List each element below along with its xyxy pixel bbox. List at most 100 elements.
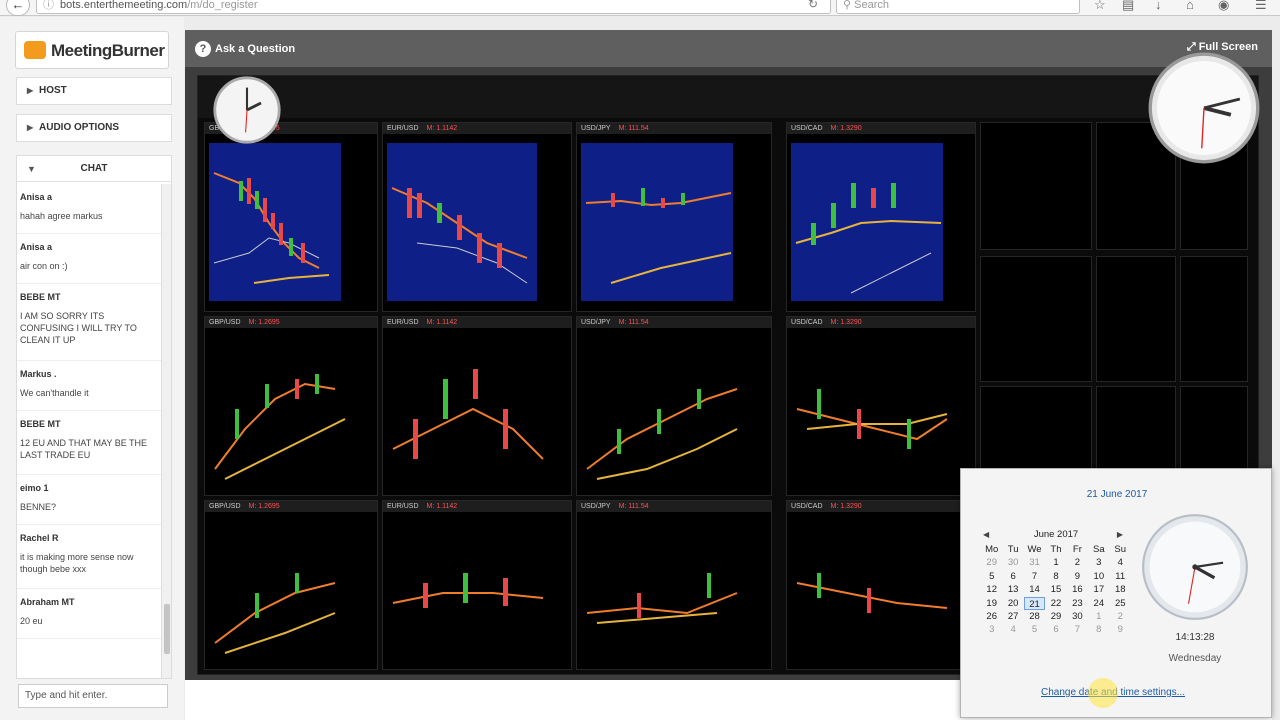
calendar-day[interactable]: 28	[1024, 610, 1045, 623]
calendar-day[interactable]: 4	[1110, 556, 1131, 569]
chart-symbol: USD/CAD	[791, 319, 823, 326]
download-icon[interactable]: ↓	[1155, 0, 1162, 12]
calendar-day[interactable]: 12	[981, 583, 1002, 596]
calendar-day[interactable]: 7	[1024, 570, 1045, 583]
calendar-day[interactable]: 3	[981, 623, 1002, 636]
candlestick-chart	[214, 573, 336, 654]
chart-header: USD/CAD M: 1.3290	[787, 123, 975, 134]
calendar-week: 3456789	[981, 623, 1131, 636]
mini-chart-panel	[980, 256, 1092, 382]
search-placeholder: Search	[854, 0, 889, 11]
logo-icon	[24, 41, 46, 59]
weekday-row: Mo Tu We Th Fr Sa Su	[981, 543, 1131, 556]
chart-panel: USD/CAD M: 1.3290	[786, 500, 976, 670]
calendar-day[interactable]: 23	[1067, 597, 1088, 610]
chart-area	[387, 143, 537, 301]
chart-mark: M: 1.2695	[248, 319, 280, 326]
calendar-day[interactable]: 8	[1088, 623, 1109, 636]
calendar-day[interactable]: 9	[1067, 570, 1088, 583]
audio-options-section[interactable]: ▶ AUDIO OPTIONS	[16, 114, 172, 142]
host-section[interactable]: ▶ HOST	[16, 77, 172, 105]
calendar-day[interactable]: 25	[1110, 597, 1131, 610]
previous-month-icon[interactable]: ◀	[983, 527, 989, 543]
calendar-day[interactable]: 11	[1110, 570, 1131, 583]
calendar-day[interactable]: 30	[1067, 610, 1088, 623]
chat-input[interactable]: Type and hit enter.	[18, 684, 168, 708]
calendar-day[interactable]: 19	[981, 597, 1002, 610]
menu-icon[interactable]: ☰	[1255, 0, 1267, 13]
home-icon[interactable]: ⌂	[1186, 0, 1194, 12]
clock-time: 14:13:28	[1175, 632, 1215, 643]
calendar-day[interactable]: 2	[1067, 556, 1088, 569]
calendar-day[interactable]: 20	[1002, 597, 1023, 610]
calendar-day[interactable]: 7	[1067, 623, 1088, 636]
chart-panel: EUR/USD M: 1.1142	[382, 500, 572, 670]
chart-header: EUR/USD M: 1.1142	[383, 501, 571, 512]
calendar-day[interactable]: 3	[1088, 556, 1109, 569]
calendar-week: 26 27 28 29 30 1 2	[981, 610, 1131, 623]
address-bar[interactable]: ⓘ bots.enterthemeeting.com/m/do_register	[36, 0, 831, 14]
calendar-day[interactable]: 4	[1002, 623, 1023, 636]
chat-scrollbar[interactable]	[161, 184, 171, 678]
back-arrow-icon[interactable]: ←	[6, 0, 30, 16]
search-input[interactable]: ⚲ Search	[836, 0, 1080, 14]
candlestick-chart	[796, 573, 948, 613]
chat-text: it is making more sense now though bebe …	[20, 552, 134, 574]
chart-header: GBP/USD M: 1.2695	[205, 501, 377, 512]
calendar-day[interactable]: 24	[1088, 597, 1109, 610]
calendar-day[interactable]: 1	[1088, 610, 1109, 623]
chart-panel: USD/JPY M: 111.54	[576, 316, 772, 496]
brand-logo: MeetingBurner	[15, 31, 169, 69]
scrollbar-thumb[interactable]	[164, 604, 170, 654]
pocket-icon[interactable]: ◉	[1218, 0, 1229, 13]
calendar-day[interactable]: 5	[1024, 623, 1045, 636]
chat-header[interactable]: ▼ CHAT	[17, 156, 171, 182]
chart-symbol: USD/JPY	[581, 319, 611, 326]
chat-messages: Anisa a hahah agree markus Anisa a air con…	[17, 184, 161, 678]
calendar-day[interactable]: 8	[1045, 570, 1066, 583]
calendar-day[interactable]: 5	[981, 570, 1002, 583]
calendar-month[interactable]: June 2017	[1034, 529, 1078, 540]
chart-panel: EUR/USD M: 1.1142	[382, 122, 572, 312]
reading-list-icon[interactable]: ▤	[1122, 0, 1134, 13]
triangle-down-icon: ▼	[27, 164, 36, 174]
calendar-day[interactable]: 29	[981, 556, 1002, 569]
calendar-day[interactable]: 30	[1002, 556, 1023, 569]
calendar-day[interactable]: 22	[1045, 597, 1066, 610]
calendar-day[interactable]: 31	[1024, 556, 1045, 569]
next-month-icon[interactable]: ▶	[1117, 527, 1123, 543]
calendar-day[interactable]: 18	[1110, 583, 1131, 596]
question-icon: ?	[195, 41, 211, 57]
calendar-day[interactable]: 2	[1110, 610, 1131, 623]
reload-icon[interactable]: ↻	[808, 0, 818, 11]
calendar-day[interactable]: 16	[1067, 583, 1088, 596]
chart-panel: USD/CAD M: 1.3290	[786, 316, 976, 496]
analog-clock-icon	[1142, 514, 1248, 620]
calendar-day[interactable]: 29	[1045, 610, 1066, 623]
calendar-day-selected[interactable]: 21	[1023, 596, 1046, 610]
chat-author: BEBE MT	[20, 292, 61, 302]
calendar-day[interactable]: 15	[1045, 583, 1066, 596]
calendar-day[interactable]: 17	[1088, 583, 1109, 596]
calendar-day[interactable]: 6	[1002, 570, 1023, 583]
date-heading-link[interactable]: 21 June 2017	[961, 489, 1273, 500]
calendar-day[interactable]: 14	[1024, 583, 1045, 596]
calendar-day[interactable]: 27	[1002, 610, 1023, 623]
chart-symbol: GBP/USD	[209, 319, 241, 326]
candlestick-chart	[214, 374, 346, 480]
calendar-day[interactable]: 26	[981, 610, 1002, 623]
meeting-toolbar: ? Ask a Question ⤢ Full Screen	[185, 30, 1272, 67]
candlestick-chart	[213, 172, 330, 284]
calendar-day[interactable]: 1	[1045, 556, 1066, 569]
weekday-label: Su	[1114, 544, 1127, 555]
chart-mark: M: 1.3290	[830, 503, 862, 510]
ask-question-button[interactable]: ? Ask a Question	[195, 38, 295, 60]
calendar-day[interactable]: 13	[1002, 583, 1023, 596]
calendar-day[interactable]: 6	[1045, 623, 1066, 636]
candlestick-chart	[392, 573, 544, 608]
chart-header: USD/JPY M: 111.54	[577, 317, 771, 328]
star-icon[interactable]: ☆	[1094, 0, 1106, 13]
chat-input-placeholder: Type and hit enter.	[25, 690, 108, 701]
calendar-day[interactable]: 9	[1110, 623, 1131, 636]
calendar-day[interactable]: 10	[1088, 570, 1109, 583]
